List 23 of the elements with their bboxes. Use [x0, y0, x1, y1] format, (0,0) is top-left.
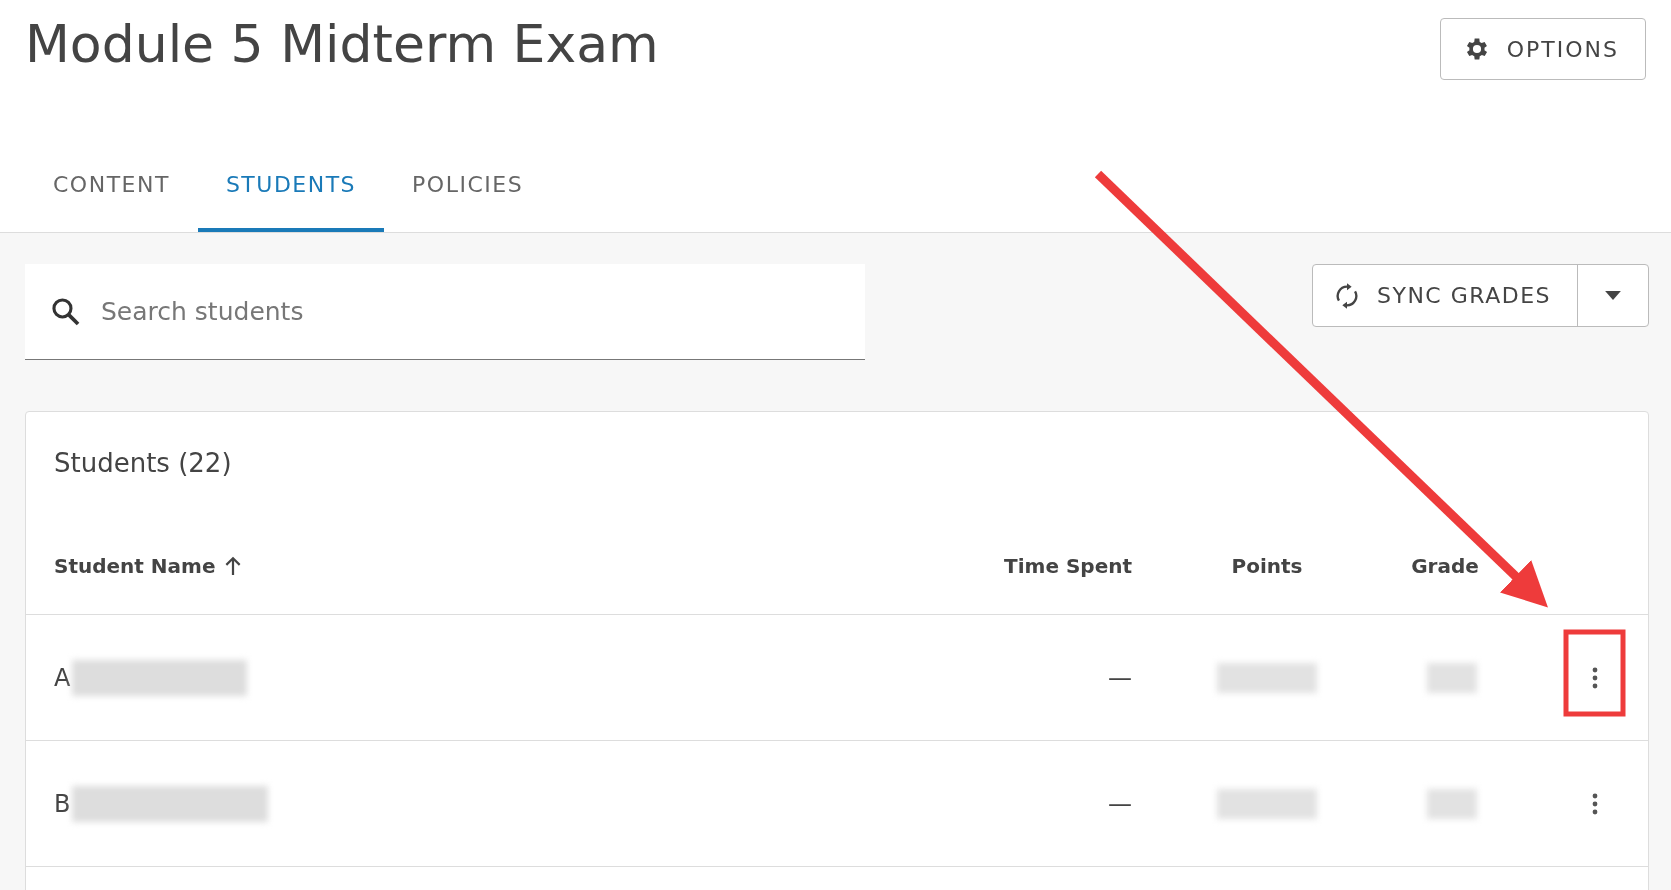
- options-button[interactable]: OPTIONS: [1439, 18, 1646, 80]
- page-title: Module 5 Midterm Exam: [25, 14, 659, 74]
- blurred-grade: [1427, 662, 1477, 693]
- search-input[interactable]: Search students: [99, 296, 865, 327]
- card-title: Students (22): [53, 447, 233, 480]
- caret-icon: [1605, 291, 1621, 300]
- time-spent: —: [1108, 663, 1132, 692]
- column-header: Grade: [1411, 554, 1479, 578]
- more-icon: [1592, 792, 1598, 815]
- blurred-grade: [1427, 788, 1477, 819]
- sort-up-icon: [225, 556, 242, 576]
- search-field[interactable]: Search students: [25, 264, 865, 360]
- student-name: A: [54, 663, 71, 692]
- tab[interactable]: STUDENTS: [197, 132, 385, 232]
- more-icon: [1592, 666, 1598, 689]
- student-name: B: [54, 789, 71, 818]
- sync-grades-button[interactable]: SYNC GRADES: [1313, 265, 1578, 326]
- tab[interactable]: POLICIES: [384, 132, 552, 232]
- column-header: Points: [1231, 554, 1303, 578]
- time-spent: —: [1108, 789, 1132, 818]
- tab[interactable]: CONTENT: [25, 132, 198, 232]
- column-header: Time Spent: [1004, 554, 1132, 578]
- column-header[interactable]: Student Name: [54, 554, 216, 578]
